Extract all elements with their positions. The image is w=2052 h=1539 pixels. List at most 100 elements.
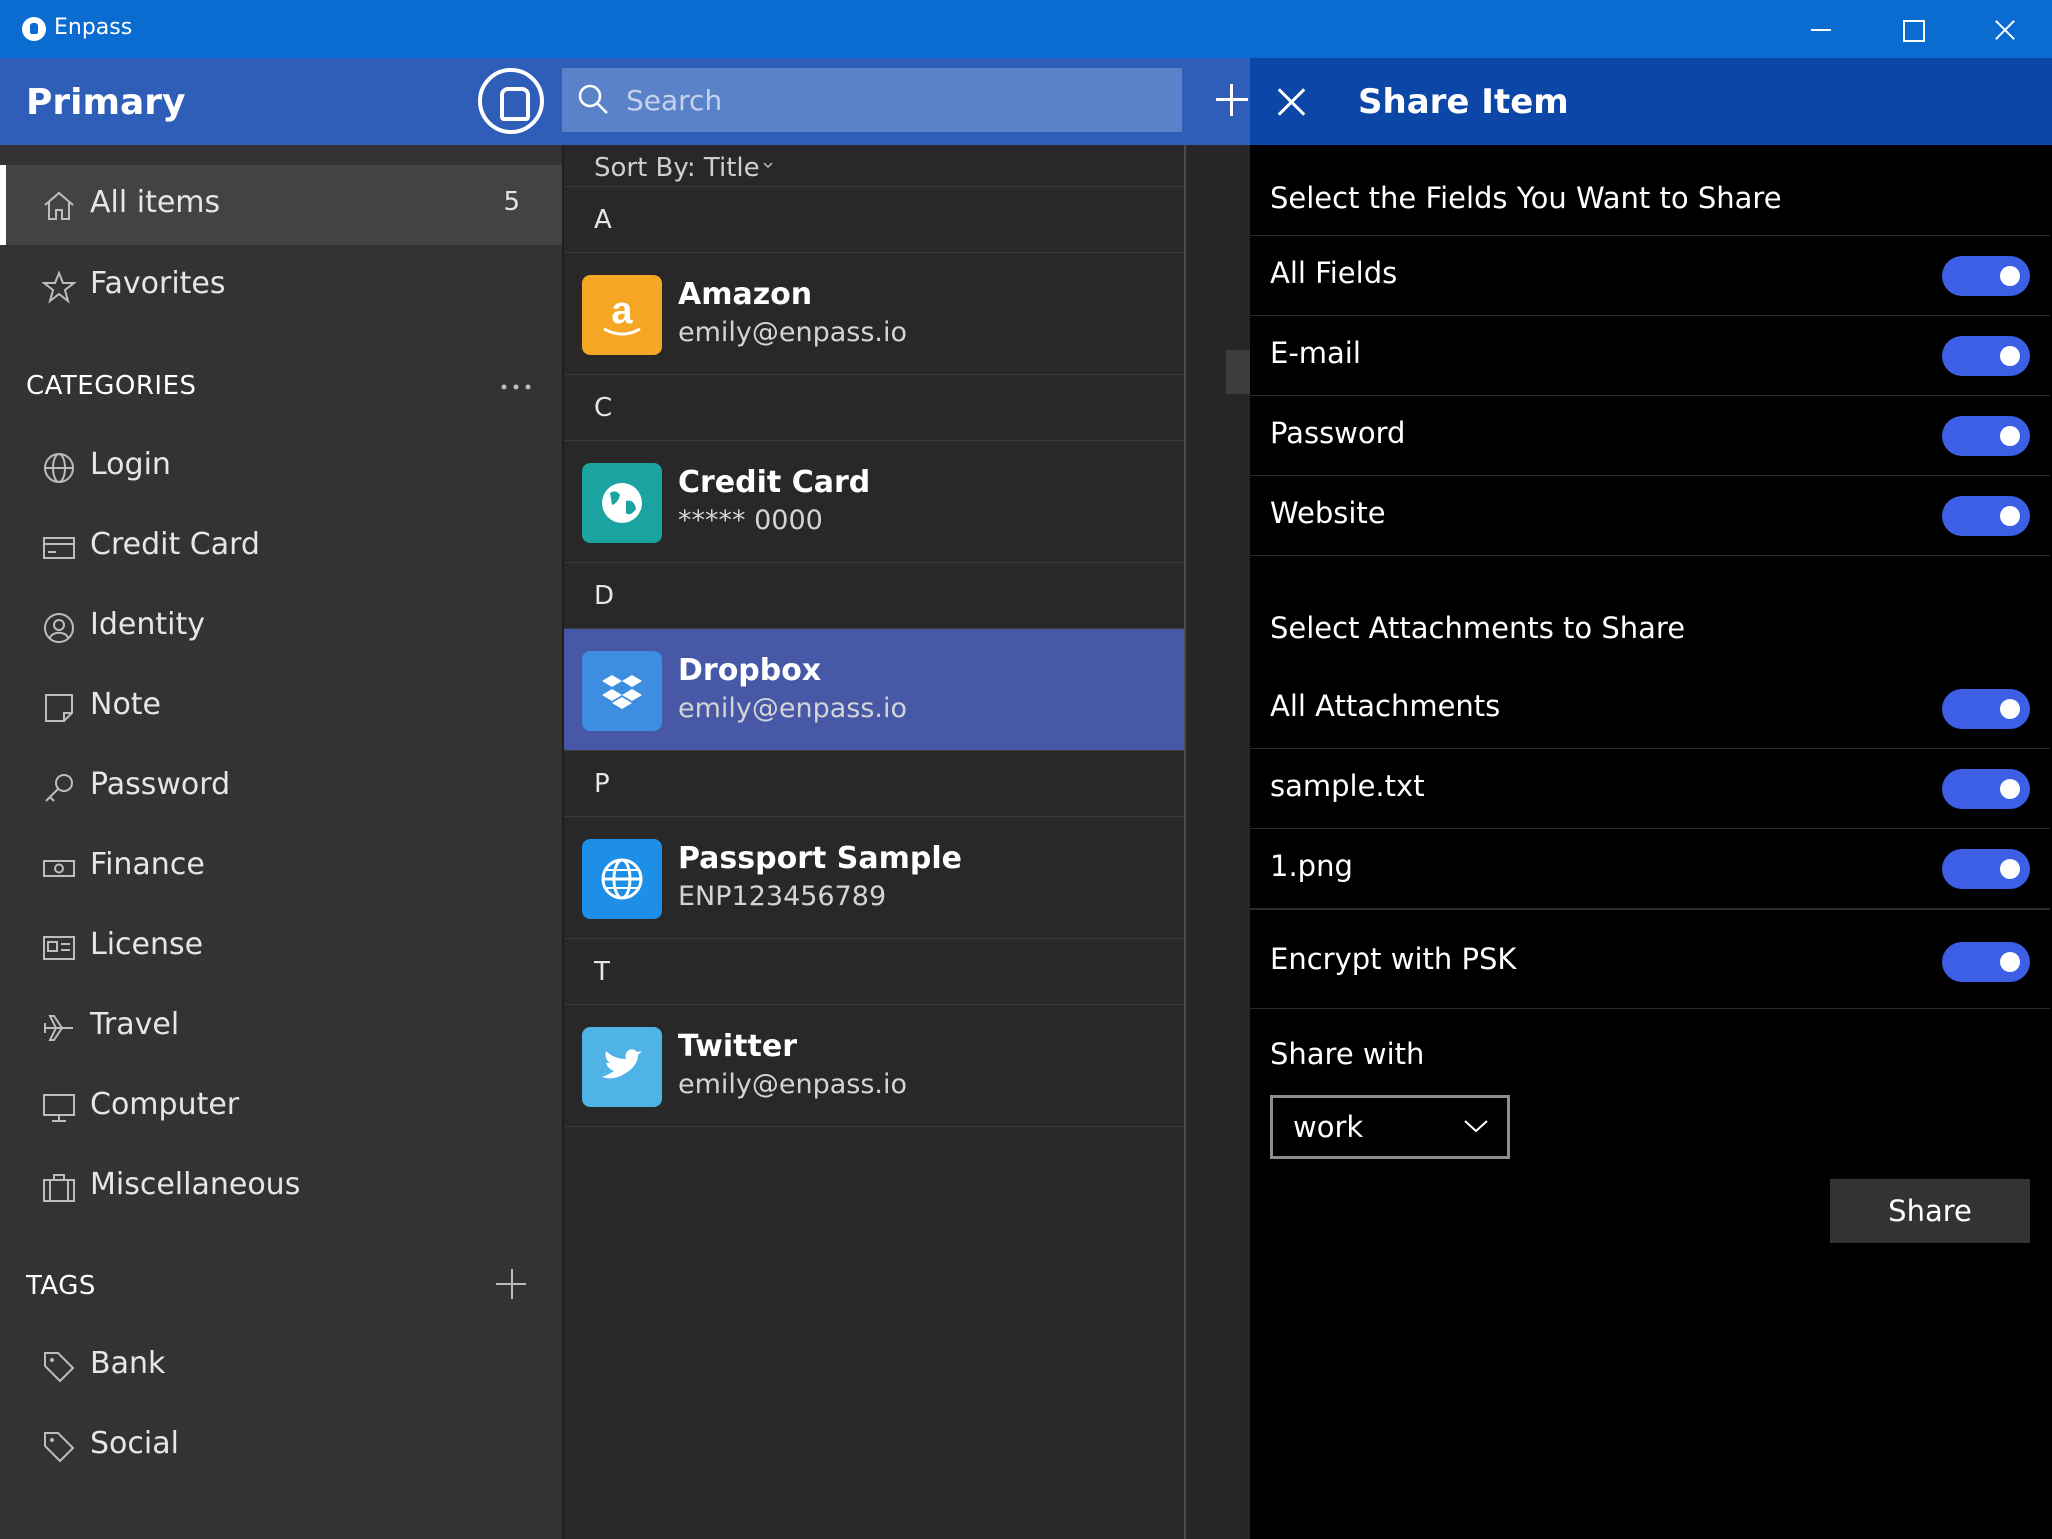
sidebar-item-license[interactable]: License — [4, 907, 562, 987]
sidebar-item-label: Password — [90, 767, 231, 802]
toggle-label: sample.txt — [1270, 769, 1425, 803]
website-toggle[interactable] — [1942, 496, 2030, 536]
sidebar-item-login[interactable]: Login — [4, 427, 562, 507]
list-item-amazon[interactable]: a Amazon emily@enpass.io — [564, 253, 1184, 375]
vault-header: Primary — [0, 58, 562, 145]
email-toggle[interactable] — [1942, 336, 2030, 376]
share-item-pane: Select the Fields You Want to Share All … — [1250, 145, 2052, 1539]
monitor-icon — [43, 1094, 75, 1122]
identity-icon — [44, 613, 74, 643]
item-count-badge: 5 — [503, 187, 520, 217]
sidebar-item-travel[interactable]: Travel — [4, 987, 562, 1067]
scrollbar-thumb[interactable] — [1226, 350, 1250, 394]
share-with-dropdown[interactable]: work — [1270, 1095, 1510, 1159]
group-letter: D — [594, 581, 615, 611]
item-title: Passport Sample — [678, 841, 963, 876]
toggle-label: All Attachments — [1270, 689, 1501, 723]
share-button[interactable]: Share — [1830, 1179, 2030, 1243]
tags-heading: TAGS — [26, 1271, 96, 1301]
all-attachments-toggle[interactable] — [1942, 689, 2030, 729]
sidebar-item-all-items[interactable]: All items 5 — [0, 165, 562, 245]
window-title: Enpass — [54, 15, 133, 40]
minimize-button[interactable] — [1774, 0, 1866, 58]
sidebar-item-miscellaneous[interactable]: Miscellaneous — [4, 1147, 562, 1227]
vault-name[interactable]: Primary — [26, 82, 186, 123]
sidebar-item-label: Note — [90, 687, 162, 722]
globe-icon — [44, 453, 74, 483]
group-letter: P — [594, 769, 610, 799]
group-letter: C — [594, 393, 613, 423]
group-header: D — [564, 563, 1184, 629]
group-header: T — [564, 939, 1184, 1005]
note-icon — [45, 694, 73, 722]
sidebar-item-credit-card[interactable]: Credit Card — [4, 507, 562, 587]
sidebar-item-label: Miscellaneous — [90, 1167, 301, 1202]
lock-vault-button[interactable] — [478, 68, 544, 134]
search-input[interactable] — [626, 78, 1166, 122]
more-options-icon[interactable] — [500, 381, 534, 393]
item-subtitle: ***** 0000 — [678, 505, 823, 536]
enpass-logo-icon — [22, 17, 46, 41]
chevron-down-icon — [1464, 1120, 1488, 1133]
twitter-icon — [582, 1027, 662, 1107]
password-toggle[interactable] — [1942, 416, 2030, 456]
close-share-pane-button[interactable] — [1272, 82, 1312, 122]
search-box[interactable] — [562, 68, 1182, 132]
sidebar-item-label: License — [90, 927, 204, 962]
list-item-credit-card[interactable]: Credit Card ***** 0000 — [564, 441, 1184, 563]
attachment-toggle-row-all: All Attachments — [1250, 669, 2050, 749]
sidebar-item-computer[interactable]: Computer — [4, 1067, 562, 1147]
sort-label[interactable]: Sort By: Title — [594, 153, 760, 183]
chevron-down-icon[interactable] — [762, 159, 774, 171]
maximize-button[interactable] — [1866, 0, 1958, 58]
sort-bar[interactable]: Sort By: Title — [564, 145, 1184, 187]
airplane-icon — [44, 1015, 73, 1041]
sidebar-item-note[interactable]: Note — [4, 667, 562, 747]
sidebar-item-tag-bank[interactable]: Bank — [4, 1326, 562, 1406]
globe-icon — [582, 839, 662, 919]
sidebar-item-label: Travel — [90, 1007, 180, 1042]
1-png-toggle[interactable] — [1942, 849, 2030, 889]
share-pane-header: Share Item — [1250, 58, 2052, 145]
item-subtitle: emily@enpass.io — [678, 317, 908, 348]
sidebar-item-label: Bank — [90, 1346, 166, 1381]
item-list: Sort By: Title A a Amazon emily@enpass.i… — [564, 145, 1184, 1539]
group-letter: A — [594, 205, 612, 235]
item-title: Dropbox — [678, 653, 822, 688]
list-item-dropbox[interactable]: Dropbox emily@enpass.io — [564, 629, 1184, 751]
sample-txt-toggle[interactable] — [1942, 769, 2030, 809]
sidebar-item-password[interactable]: Password — [4, 747, 562, 827]
sidebar-item-identity[interactable]: Identity — [4, 587, 562, 667]
all-fields-toggle[interactable] — [1942, 256, 2030, 296]
list-item-passport-sample[interactable]: Passport Sample ENP123456789 — [564, 817, 1184, 939]
share-with-value: work — [1293, 1110, 1364, 1144]
item-subtitle: emily@enpass.io — [678, 1069, 908, 1100]
attachment-toggle-row-sample-txt: sample.txt — [1250, 749, 2050, 829]
item-subtitle: emily@enpass.io — [678, 693, 908, 724]
add-item-button[interactable] — [1214, 80, 1250, 120]
sidebar-item-favorites[interactable]: Favorites — [4, 246, 562, 326]
encrypt-psk-row: Encrypt with PSK — [1250, 909, 2050, 1009]
sidebar-item-label: Login — [90, 447, 171, 482]
close-window-button[interactable] — [1958, 0, 2050, 58]
field-toggle-row-all-fields: All Fields — [1250, 236, 2050, 316]
credit-card-icon — [43, 537, 75, 559]
svg-text:a: a — [611, 290, 633, 332]
sidebar-item-finance[interactable]: Finance — [4, 827, 562, 907]
list-item-twitter[interactable]: Twitter emily@enpass.io — [564, 1005, 1184, 1127]
item-title: Amazon — [678, 277, 813, 312]
sidebar-item-label: All items — [90, 185, 221, 220]
add-tag-button[interactable] — [496, 1269, 528, 1301]
encrypt-psk-toggle[interactable] — [1942, 942, 2030, 982]
amazon-icon: a — [582, 275, 662, 355]
group-letter: T — [594, 957, 610, 987]
toggle-label: Password — [1270, 416, 1406, 450]
field-toggle-row-website: Website — [1250, 476, 2050, 556]
sidebar-item-tag-social[interactable]: Social — [4, 1406, 562, 1486]
search-header — [562, 58, 1250, 145]
sidebar-item-label: Identity — [90, 607, 205, 642]
item-title: Credit Card — [678, 465, 871, 500]
tag-icon — [44, 1432, 75, 1463]
toggle-label: Encrypt with PSK — [1270, 942, 1517, 976]
sidebar-item-label: Finance — [90, 847, 205, 882]
